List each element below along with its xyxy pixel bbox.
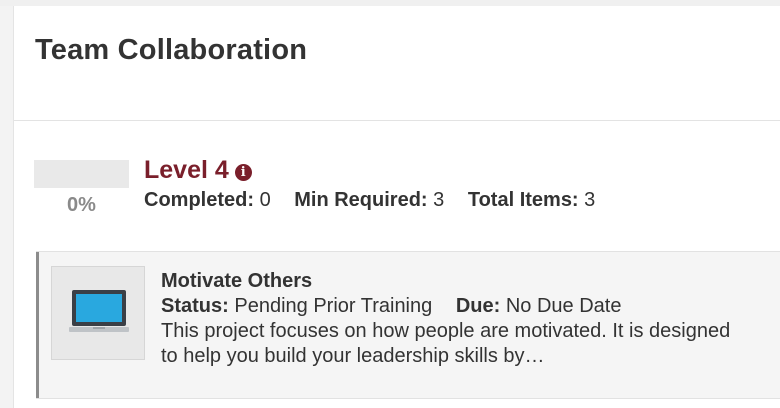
- team-collaboration-card: Team Collaboration 0% Level 4 i Complete…: [14, 6, 780, 408]
- level-heading: Level 4 i: [144, 156, 252, 185]
- level-stats: Completed: 0 Min Required: 3 Total Items…: [144, 189, 595, 212]
- due-label: Due:: [455, 295, 501, 317]
- min-required-label: Min Required:: [294, 189, 428, 211]
- info-circle-icon[interactable]: i: [234, 163, 252, 181]
- completed-label: Completed:: [144, 189, 254, 211]
- status-label: Status:: [161, 295, 229, 317]
- total-items-label: Total Items:: [467, 189, 579, 211]
- completed-value: 0: [259, 189, 271, 211]
- level-progress-bar: [34, 160, 129, 188]
- item-accent-bar: [36, 252, 39, 398]
- min-required-value: 3: [433, 189, 445, 211]
- total-items-value: 3: [584, 189, 596, 211]
- card-title: Team Collaboration: [35, 34, 308, 66]
- due-value: No Due Date: [505, 295, 622, 317]
- left-panel-edge: [0, 6, 14, 408]
- status-value: Pending Prior Training: [234, 295, 433, 317]
- item-status-line: Status: Pending Prior Training Due: No D…: [161, 295, 621, 318]
- list-item[interactable]: Motivate Others Status: Pending Prior Tr…: [36, 251, 780, 399]
- item-title[interactable]: Motivate Others: [161, 270, 312, 293]
- item-thumbnail[interactable]: [51, 266, 145, 360]
- level-title: Level 4: [144, 156, 229, 184]
- item-description: This project focuses on how people are m…: [161, 320, 731, 367]
- level-progress-label: 0%: [67, 194, 96, 216]
- laptop-icon: [69, 290, 129, 332]
- divider: [14, 120, 780, 121]
